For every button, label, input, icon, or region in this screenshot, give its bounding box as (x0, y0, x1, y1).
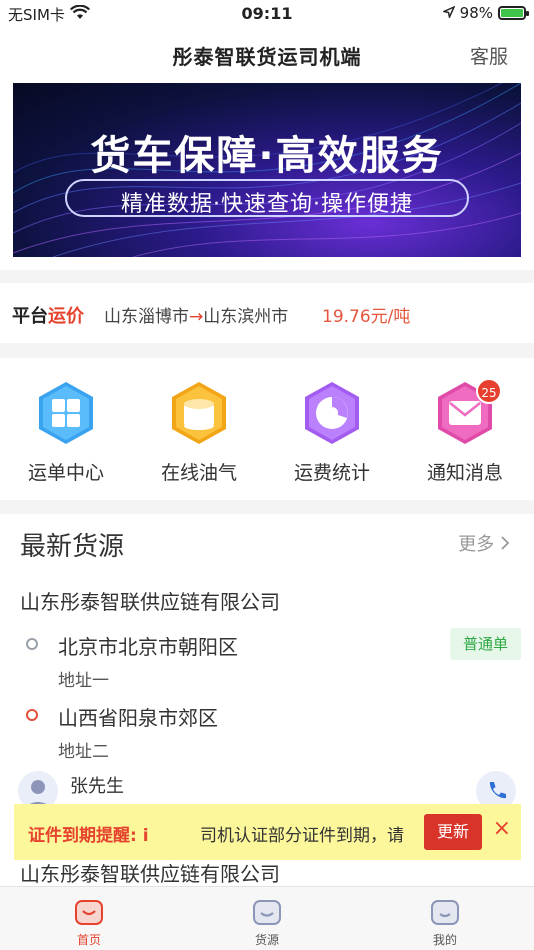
cargo-company[interactable]: 山东彤泰智联供应链有限公司 (20, 586, 280, 615)
customer-service-button[interactable]: 客服 (470, 42, 508, 69)
page-title: 彤泰智联货运司机端 (172, 45, 362, 69)
destination-address-detail: 地址二 (58, 742, 109, 762)
menu-label: 运单中心 (27, 462, 104, 484)
update-button[interactable]: 更新 (424, 814, 482, 850)
grid-icon (33, 380, 99, 446)
contact-name: 张先生 (70, 776, 124, 797)
menu-label: 在线油气 (160, 462, 237, 484)
banner[interactable]: 货车保障·高效服务 精准数据·快速查询·操作便捷 (13, 83, 521, 257)
banner-title: 货车保障·高效服务 (90, 133, 444, 179)
tab-home[interactable]: 首页 (49, 899, 129, 948)
status-bar: 无SIM卡 09:11 98% (0, 0, 534, 28)
price-value: 19.76元/吨 (322, 307, 411, 327)
nav-bar: 彤泰智联货运司机端 客服 (0, 28, 534, 78)
tab-label: 我的 (432, 933, 457, 947)
platform-price-label: 平台运价 (12, 302, 84, 328)
menu-item-waybill-center[interactable]: 运单中心 (11, 380, 121, 485)
price-label-freight: 运价 (48, 306, 84, 327)
route-arrow-icon: → (189, 307, 204, 327)
notification-badge: 25 (476, 378, 502, 404)
price-label-platform: 平台 (12, 306, 48, 327)
menu-item-notifications[interactable]: 25 通知消息 (410, 378, 520, 485)
banner-subtitle: 精准数据·快速查询·操作便捷 (121, 192, 413, 217)
tab-label: 首页 (76, 933, 101, 947)
warning-text: 司机认证部分证件到期，请 (200, 826, 404, 846)
more-link[interactable]: 更多 (458, 530, 510, 556)
origin-address-detail: 地址一 (58, 671, 109, 691)
pie-chart-icon (299, 380, 365, 446)
price-route: 山东淄博市→山东滨州市 (104, 302, 288, 327)
banner-section: 货车保障·高效服务 精准数据·快速查询·操作便捷 (0, 78, 534, 270)
certificate-expiry-warning: 证件到期提醒: i 司机认证部分证件到期，请 更新 × (14, 804, 521, 860)
more-label: 更多 (458, 534, 495, 555)
origin-dot-icon (26, 638, 38, 650)
mail-icon: 25 (432, 378, 502, 446)
menu-item-freight-stats[interactable]: 运费统计 (277, 380, 387, 485)
status-right: 98% (441, 4, 529, 22)
destination-dot-icon (26, 709, 38, 721)
profile-icon (431, 899, 459, 925)
home-icon (75, 899, 103, 925)
fuel-tank-icon (166, 380, 232, 446)
chevron-right-icon (500, 534, 510, 555)
battery-icon (498, 6, 529, 20)
origin-address: 北京市北京市朝阳区 (58, 635, 238, 659)
menu-item-online-fuel[interactable]: 在线油气 (144, 380, 254, 485)
destination-address: 山西省阳泉市郊区 (58, 706, 218, 730)
warning-label: 证件到期提醒: i (28, 826, 149, 846)
route-to: 山东滨州市 (203, 307, 289, 327)
tab-bar: 首页 货源 我的 (0, 886, 534, 950)
location-arrow-icon (441, 4, 456, 22)
order-type-tag: 普通单 (450, 628, 521, 660)
section-title: 最新货源 (20, 532, 125, 562)
menu-label: 通知消息 (426, 462, 503, 484)
close-icon[interactable]: × (493, 816, 511, 841)
battery-percent: 98% (459, 4, 493, 22)
platform-price-row[interactable]: 平台运价 山东淄博市→山东滨州市 19.76元/吨 (0, 283, 534, 343)
tab-mine[interactable]: 我的 (405, 899, 485, 948)
tab-label: 货源 (254, 933, 279, 947)
route-from: 山东淄博市 (104, 307, 189, 327)
menu-label: 运费统计 (293, 462, 370, 484)
tab-cargo[interactable]: 货源 (227, 899, 307, 948)
cargo-company-next[interactable]: 山东彤泰智联供应链有限公司 (20, 858, 280, 887)
cargo-icon (253, 899, 281, 925)
quick-menu: 运单中心 在线油气 运费统计 25 通知消息 (0, 358, 534, 500)
